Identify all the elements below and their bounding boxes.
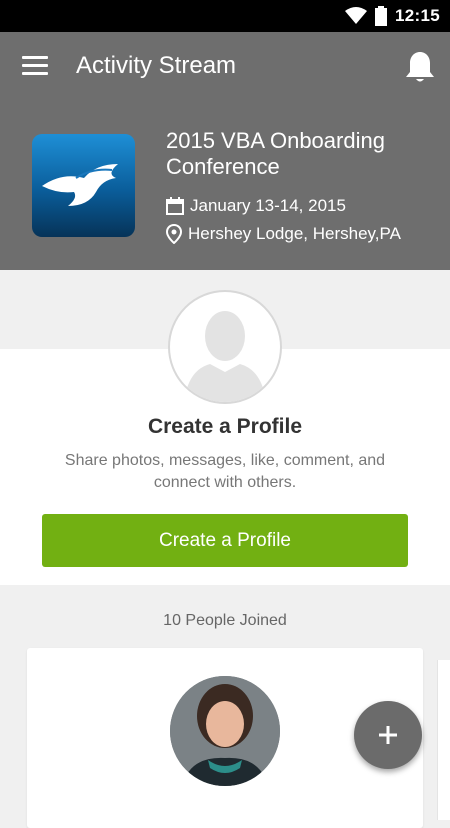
event-logo — [32, 134, 135, 237]
bell-icon[interactable] — [404, 50, 436, 84]
status-time: 12:15 — [395, 6, 440, 25]
battery-icon — [375, 6, 388, 26]
wifi-icon — [345, 7, 368, 24]
event-location: Hershey Lodge, Hershey,PA — [188, 224, 401, 243]
profile-heading: Create a Profile — [147, 415, 303, 438]
member-avatar[interactable] — [170, 676, 280, 786]
hamburger-menu-icon[interactable] — [22, 56, 48, 78]
calendar-icon — [166, 197, 184, 215]
add-post-button[interactable] — [354, 701, 422, 769]
create-profile-button[interactable]: Create a Profile — [42, 514, 408, 567]
avatar-placeholder — [168, 290, 282, 404]
profile-description: Share photos, messages, like, comment, a… — [64, 452, 386, 491]
app-bar: Activity Stream 2015 VBA Onboarding Conf… — [0, 32, 450, 270]
people-joined-label: 10 People Joined — [163, 612, 287, 629]
eagle-logo-icon — [42, 164, 118, 206]
status-icons: 12:15 — [345, 0, 440, 32]
member-photo — [170, 676, 280, 786]
next-member-card[interactable] — [437, 660, 450, 820]
location-pin-icon — [166, 224, 182, 244]
event-location-row: Hershey Lodge, Hershey,PA — [166, 224, 401, 244]
person-silhouette-icon — [184, 311, 266, 402]
page-title: Activity Stream — [76, 52, 237, 79]
event-date-row: January 13-14, 2015 — [166, 196, 346, 216]
event-title: 2015 VBA Onboarding Conference — [166, 128, 385, 179]
status-bar: 12:15 — [0, 0, 450, 32]
event-date: January 13-14, 2015 — [190, 196, 346, 215]
plus-icon — [379, 726, 397, 744]
